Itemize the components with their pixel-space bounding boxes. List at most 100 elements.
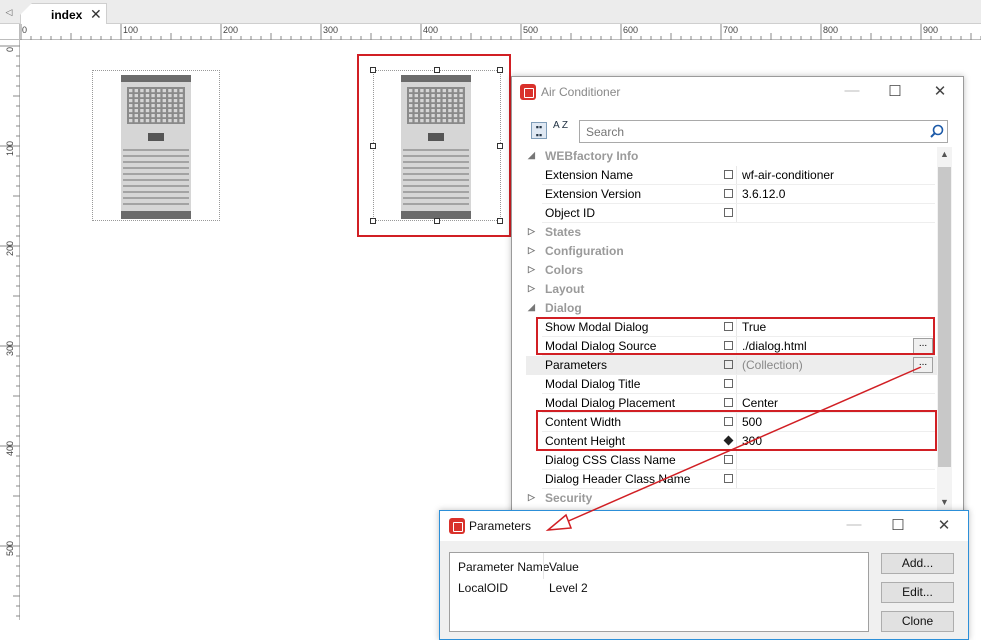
collapsed-icon[interactable]: ▷ — [528, 264, 535, 275]
ruler-label: 100 — [5, 140, 15, 156]
collapsed-icon[interactable]: ▷ — [528, 226, 535, 237]
ruler-label: 300 — [323, 25, 339, 35]
search-input[interactable] — [586, 124, 906, 140]
property-name: Modal Dialog Placement — [545, 396, 676, 410]
add-button[interactable]: Add... — [881, 553, 954, 574]
selection-highlight — [357, 54, 511, 237]
app-icon — [520, 84, 536, 100]
minimize-icon[interactable]: — — [842, 82, 862, 99]
maximize-icon[interactable]: ☐ — [885, 82, 905, 100]
property-row-dialog-css-class-name[interactable]: Dialog CSS Class Name — [526, 451, 951, 470]
air-conditioner-widget[interactable] — [92, 70, 220, 221]
parameters-dialog-title: Parameters — [469, 519, 532, 533]
property-marker-icon[interactable] — [724, 474, 733, 483]
minimize-icon[interactable]: — — [844, 516, 864, 533]
search-icon[interactable] — [930, 124, 944, 138]
ruler-label: 800 — [823, 25, 839, 35]
property-row-object-id[interactable]: Object ID — [526, 204, 951, 223]
category-webfactory-info[interactable]: ◢ WEBfactory Info — [526, 147, 951, 166]
category-label: Security — [545, 491, 593, 505]
parameters-dialog: Parameters — ☐ ✕ Parameter Name Value Lo… — [439, 510, 969, 640]
property-value[interactable]: wf-air-conditioner — [742, 168, 834, 182]
vertical-scrollbar[interactable]: ▲ ▼ — [937, 147, 952, 512]
close-icon[interactable]: ✕ — [930, 82, 950, 100]
category-states[interactable]: ▷ States — [526, 223, 951, 242]
scroll-up-icon[interactable]: ▲ — [937, 149, 952, 159]
parameter-name-cell[interactable]: LocalOID — [458, 581, 508, 595]
property-name: Object ID — [545, 206, 596, 220]
property-name: Extension Version — [545, 187, 642, 201]
scroll-down-icon[interactable]: ▼ — [937, 497, 952, 507]
ruler-corner — [0, 24, 20, 40]
scrollbar-thumb[interactable] — [938, 167, 951, 467]
vertical-ruler: 0 100 200 300 400 500 — [0, 40, 20, 620]
tab-index[interactable]: index ✕ — [20, 3, 107, 24]
tab-scroll-left-icon[interactable]: ◁ — [0, 4, 18, 20]
ruler-label: 700 — [723, 25, 739, 35]
property-name: Extension Name — [545, 168, 634, 182]
category-label: Dialog — [545, 301, 582, 315]
category-security[interactable]: ▷ Security — [526, 489, 951, 508]
category-dialog[interactable]: ◢ Dialog — [526, 299, 951, 318]
collapsed-icon[interactable]: ▷ — [528, 283, 535, 294]
category-label: Configuration — [545, 244, 624, 258]
property-value[interactable]: 3.6.12.0 — [742, 187, 785, 201]
property-value[interactable]: Center — [742, 396, 778, 410]
expanded-icon[interactable]: ◢ — [528, 150, 535, 161]
property-marker-icon[interactable] — [724, 189, 733, 198]
category-layout[interactable]: ▷ Layout — [526, 280, 951, 299]
clone-button[interactable]: Clone — [881, 611, 954, 632]
tab-label: index — [51, 8, 83, 22]
parameter-value-cell[interactable]: Level 2 — [549, 581, 588, 595]
tab-close-icon[interactable]: ✕ — [90, 6, 102, 23]
category-label: WEBfactory Info — [545, 149, 639, 163]
search-box[interactable] — [579, 120, 948, 143]
category-label: Colors — [545, 263, 584, 277]
expanded-icon[interactable]: ◢ — [528, 302, 535, 313]
property-marker-icon[interactable] — [724, 170, 733, 179]
parameters-list[interactable]: Parameter Name Value LocalOID Level 2 — [449, 552, 869, 632]
property-name: Dialog Header Class Name — [545, 472, 691, 486]
collapsed-icon[interactable]: ▷ — [528, 245, 535, 256]
highlight-modal-dialog-group — [536, 317, 935, 355]
property-marker-icon[interactable] — [724, 398, 733, 407]
property-marker-icon[interactable] — [724, 208, 733, 217]
tab-strip: ◁ index ✕ — [0, 0, 981, 24]
highlight-content-size-group — [536, 410, 937, 451]
property-value[interactable]: (Collection) — [742, 358, 803, 372]
property-row-modal-dialog-title[interactable]: Modal Dialog Title — [526, 375, 951, 394]
property-marker-icon[interactable] — [724, 455, 733, 464]
categorized-view-icon[interactable]: ▪▪ ▪▪ — [531, 122, 547, 140]
collection-editor-button[interactable]: ... — [913, 357, 933, 373]
category-configuration[interactable]: ▷ Configuration — [526, 242, 951, 261]
property-row-parameters[interactable]: Parameters (Collection) ... — [526, 356, 951, 375]
horizontal-ruler: 0 100 200 300 400 500 600 700 800 900 — [20, 24, 981, 40]
property-row-dialog-header-class-name[interactable]: Dialog Header Class Name — [526, 470, 951, 489]
alphabetical-sort-icon[interactable]: A Z — [553, 121, 569, 139]
ruler-label: 100 — [123, 25, 139, 35]
ruler-label: 900 — [923, 25, 939, 35]
category-label: States — [545, 225, 582, 239]
property-marker-icon[interactable] — [724, 379, 733, 388]
column-header[interactable]: Value — [549, 560, 579, 574]
app-icon — [449, 518, 465, 534]
category-colors[interactable]: ▷ Colors — [526, 261, 951, 280]
ruler-label: 400 — [423, 25, 439, 35]
ruler-label: 400 — [5, 440, 15, 456]
ruler-label: 500 — [5, 540, 15, 556]
category-label: Layout — [545, 282, 585, 296]
property-window-titlebar[interactable]: Air Conditioner — ☐ ✕ — [512, 77, 963, 107]
property-name: Parameters — [545, 358, 608, 372]
maximize-icon[interactable]: ☐ — [888, 516, 908, 534]
ruler-label: 200 — [5, 240, 15, 256]
close-icon[interactable]: ✕ — [934, 516, 954, 534]
ruler-label: 600 — [623, 25, 639, 35]
property-marker-icon[interactable] — [724, 360, 733, 369]
property-row-extension-version[interactable]: Extension Version 3.6.12.0 — [526, 185, 951, 204]
parameters-dialog-titlebar[interactable]: Parameters — ☐ ✕ — [440, 511, 968, 541]
property-row-extension-name[interactable]: Extension Name wf-air-conditioner — [526, 166, 951, 185]
ruler-label: 500 — [523, 25, 539, 35]
edit-button[interactable]: Edit... — [881, 582, 954, 603]
collapsed-icon[interactable]: ▷ — [528, 492, 535, 503]
column-header[interactable]: Parameter Name — [458, 560, 549, 574]
